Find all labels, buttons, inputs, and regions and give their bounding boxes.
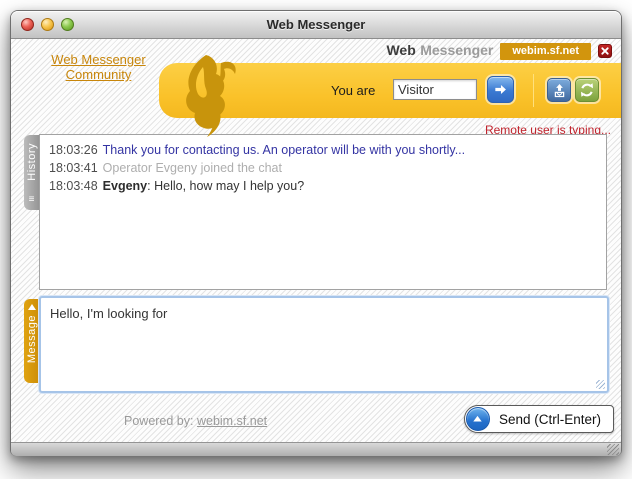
- change-name-button[interactable]: [487, 76, 514, 103]
- chat-lines: 18:03:26Thank you for contacting us. An …: [49, 141, 597, 195]
- site-badge[interactable]: webim.sf.net: [500, 43, 591, 60]
- triangle-up-icon: [28, 304, 36, 310]
- mail-history-icon: [552, 83, 567, 98]
- community-link[interactable]: Web Messenger Community: [41, 52, 156, 82]
- app-window: Web Messenger Web Messenger webim.sf.net…: [10, 10, 622, 456]
- close-icon: [600, 46, 610, 56]
- tab-history[interactable]: History ≡: [24, 135, 39, 210]
- textarea-resize-grip[interactable]: [596, 380, 605, 389]
- window-resize-grip[interactable]: [607, 444, 619, 455]
- history-tab-label: History: [26, 143, 38, 181]
- close-chat-button[interactable]: [598, 44, 612, 58]
- visitor-name-input[interactable]: [393, 79, 477, 100]
- send-arrow-icon: [466, 407, 490, 431]
- message-tab-label: Message: [26, 315, 38, 363]
- webim-logo-icon: [181, 54, 239, 138]
- grip-icon: ≡: [29, 195, 35, 205]
- tab-message[interactable]: Message: [24, 299, 39, 383]
- brand-web: Web: [386, 42, 415, 58]
- you-are-label: You are: [331, 83, 375, 98]
- chat-message: 18:03:41Operator Evgeny joined the chat: [49, 159, 597, 177]
- message-area: Hello, I'm looking for: [39, 296, 609, 393]
- window-title: Web Messenger: [11, 17, 621, 32]
- powered-by: Powered by: webim.sf.net: [124, 414, 267, 428]
- refresh-button[interactable]: [575, 78, 599, 102]
- send-button[interactable]: Send (Ctrl-Enter): [464, 405, 614, 433]
- chat-history[interactable]: 18:03:26Thank you for contacting us. An …: [39, 134, 607, 290]
- window-bottom-bar: [11, 442, 621, 456]
- refresh-icon: [579, 82, 595, 98]
- message-input[interactable]: Hello, I'm looking for: [39, 296, 609, 393]
- mail-history-button[interactable]: [547, 78, 571, 102]
- chat-message: 18:03:48Evgeny: Hello, how may I help yo…: [49, 177, 597, 195]
- send-button-label: Send (Ctrl-Enter): [499, 412, 601, 427]
- brand-name: Web Messenger: [386, 42, 493, 60]
- powered-by-label: Powered by:: [124, 414, 193, 428]
- chat-message: 18:03:26Thank you for contacting us. An …: [49, 141, 597, 159]
- chat-page: Web Messenger webim.sf.net Web Messenger…: [11, 39, 621, 442]
- arrow-right-icon: [493, 82, 508, 97]
- brand-row: Web Messenger webim.sf.net: [386, 42, 612, 60]
- powered-by-link[interactable]: webim.sf.net: [197, 414, 267, 428]
- brand-messenger: Messenger: [420, 42, 493, 58]
- banner-divider: [533, 74, 534, 107]
- window-titlebar[interactable]: Web Messenger: [11, 11, 621, 39]
